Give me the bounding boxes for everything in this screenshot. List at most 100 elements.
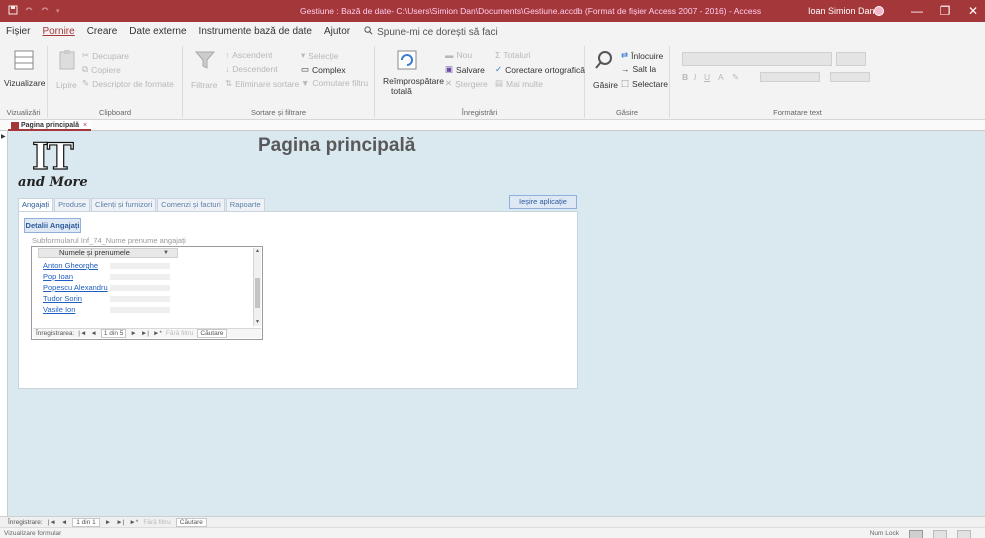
last-record-icon[interactable]: ►| xyxy=(116,517,124,527)
employee-name[interactable]: Anton Gheorghe xyxy=(38,261,98,270)
sort-descending-label: Descendent xyxy=(232,64,278,74)
new-record-icon[interactable]: ►* xyxy=(153,329,162,338)
chevron-down-icon[interactable]: ▼ xyxy=(163,249,169,257)
subform-record-position[interactable]: 1 din 5 xyxy=(100,329,127,338)
avatar[interactable] xyxy=(874,6,884,16)
list-item[interactable]: Tudor Sorin xyxy=(38,294,238,304)
font-size-box[interactable] xyxy=(836,52,866,66)
subform-scrollbar[interactable]: ▲ ▼ xyxy=(253,248,261,326)
design-view-button[interactable] xyxy=(957,529,971,538)
scroll-down-icon[interactable]: ▼ xyxy=(254,319,261,326)
form-view-button[interactable] xyxy=(909,529,923,538)
italic-button[interactable]: I xyxy=(694,72,696,82)
advanced-filter-button[interactable]: ▭ Complex xyxy=(301,64,346,75)
save-icon[interactable] xyxy=(8,5,18,17)
selection-button[interactable]: ▾ Selecție xyxy=(301,50,339,61)
refresh-icon xyxy=(397,50,417,70)
user-name[interactable]: Ioan Simion Dan xyxy=(808,0,875,22)
subform-column-header[interactable]: Numele și prenumele ▼ xyxy=(38,248,178,258)
ribbon: Vizualizare Vizualizări Lipire ✂ Decupare… xyxy=(0,42,985,120)
toggle-filter-button[interactable]: ▼ Comutare filtru xyxy=(301,78,368,88)
prev-record-icon[interactable]: ◄ xyxy=(61,517,67,527)
alignment-tools[interactable] xyxy=(760,72,820,82)
close-tab-icon[interactable]: × xyxy=(83,122,87,129)
tab-database-tools[interactable]: Instrumente bază de date xyxy=(193,22,318,42)
record-search-box[interactable]: Căutare xyxy=(175,518,207,527)
cut-button[interactable]: ✂ Decupare xyxy=(82,50,129,61)
subform-search-box[interactable]: Căutare xyxy=(197,329,227,338)
employee-details-button[interactable]: Detalii Angajați xyxy=(24,218,81,233)
record-position[interactable]: 1 din 1 xyxy=(72,518,100,527)
scroll-up-icon[interactable]: ▲ xyxy=(254,248,261,255)
exit-app-button[interactable]: Ieșire aplicație xyxy=(509,195,577,209)
refresh-all-button[interactable]: Reîmprospătare xyxy=(383,76,444,86)
format-painter-button[interactable]: ✎ Descriptor de formate xyxy=(82,78,174,89)
find-group: Găsire ⇄ Înlocuire → Salt la ⬚ Selectare Gă… xyxy=(585,46,670,118)
totals-button[interactable]: Σ Totaluri xyxy=(495,50,531,60)
view-button[interactable]: Vizualizare xyxy=(4,78,45,88)
tell-me-search[interactable]: Spune-mi ce dorești să faci xyxy=(364,26,498,38)
save-record-button[interactable]: ▣ Salvare xyxy=(445,64,485,75)
first-record-icon[interactable]: |◄ xyxy=(78,329,86,338)
select-button[interactable]: ⬚ Selectare xyxy=(621,78,668,89)
list-item[interactable]: Pop Ioan xyxy=(38,272,238,282)
customize-toolbar-icon[interactable]: ▾ xyxy=(56,7,60,15)
doc-tab-main-page[interactable]: Pagina principală × xyxy=(8,120,92,131)
filter-button[interactable]: Filtrare xyxy=(191,80,217,90)
record-selector[interactable]: ▶ xyxy=(0,131,8,516)
paste-button[interactable]: Lipire xyxy=(56,80,77,90)
new-record-button[interactable]: ▬ Nou xyxy=(445,50,472,60)
spelling-button[interactable]: ✓ Corectare ortografică xyxy=(495,64,585,75)
tab-employees[interactable]: Angajați xyxy=(18,198,54,211)
highlight-button[interactable]: ✎ xyxy=(732,72,739,83)
sort-ascending-button[interactable]: ↑ Ascendent xyxy=(225,50,272,60)
undo-icon[interactable] xyxy=(24,5,34,17)
employee-name[interactable]: Pop Ioan xyxy=(38,272,73,281)
font-color-button[interactable]: A xyxy=(718,72,724,82)
gridlines-tools[interactable] xyxy=(830,72,870,82)
font-name-box[interactable] xyxy=(682,52,832,66)
list-item[interactable]: Vasile Ion xyxy=(38,305,238,315)
employee-name[interactable]: Tudor Sorin xyxy=(38,294,82,303)
copy-button[interactable]: ⧉ Copiere xyxy=(82,64,121,75)
more-button[interactable]: ▤ Mai multe xyxy=(495,78,543,89)
layout-view-button[interactable] xyxy=(933,529,947,538)
employee-name[interactable]: Vasile Ion xyxy=(38,305,75,314)
subform-nav-label: Înregistrarea: xyxy=(36,330,75,337)
next-record-icon[interactable]: ► xyxy=(105,517,111,527)
close-button[interactable]: ✕ xyxy=(956,0,985,22)
first-record-icon[interactable]: |◄ xyxy=(48,517,56,527)
tab-clients-suppliers[interactable]: Clienți și furnizori xyxy=(91,198,157,211)
new-record-icon[interactable]: ►* xyxy=(129,517,138,527)
filter-icon xyxy=(194,51,216,69)
bold-button[interactable]: B xyxy=(682,72,688,82)
list-item[interactable]: Popescu Alexandru xyxy=(38,283,238,293)
replace-button[interactable]: ⇄ Înlocuire xyxy=(621,50,663,61)
advanced-icon: ▭ xyxy=(301,64,310,74)
tab-help[interactable]: Ajutor xyxy=(318,22,356,42)
tab-file[interactable]: Fișier xyxy=(0,22,36,42)
records-group-label: Înregistrări xyxy=(461,108,498,117)
next-record-icon[interactable]: ► xyxy=(130,329,136,338)
tab-orders-invoices[interactable]: Comenzi și facturi xyxy=(157,198,225,211)
filter-status[interactable]: Fără filtru xyxy=(143,517,170,527)
tab-home[interactable]: Pornire xyxy=(36,22,80,42)
scroll-thumb[interactable] xyxy=(255,278,260,308)
last-record-icon[interactable]: ►| xyxy=(141,329,149,338)
find-button[interactable]: Găsire xyxy=(593,80,618,90)
employee-name[interactable]: Popescu Alexandru xyxy=(38,283,108,292)
remove-sort-button[interactable]: ⇅ Eliminare sortare xyxy=(225,78,299,89)
form-canvas: IT and More Pagina principală Ieșire apl… xyxy=(8,131,985,516)
underline-button[interactable]: U xyxy=(704,72,710,82)
redo-icon[interactable] xyxy=(40,5,50,17)
delete-record-button[interactable]: ✕ Ștergere xyxy=(445,78,488,89)
list-item[interactable]: Anton Gheorghe xyxy=(38,261,238,271)
goto-button[interactable]: → Salt la xyxy=(621,64,656,74)
sort-descending-button[interactable]: ↓ Descendent xyxy=(225,64,278,74)
prev-record-icon[interactable]: ◄ xyxy=(90,329,96,338)
tab-external-data[interactable]: Date externe xyxy=(123,22,192,42)
tab-reports[interactable]: Rapoarte xyxy=(225,198,265,211)
tab-products[interactable]: Produse xyxy=(54,198,91,211)
tab-create[interactable]: Creare xyxy=(81,22,124,42)
subform-filter-status[interactable]: Fără filtru xyxy=(166,329,193,338)
